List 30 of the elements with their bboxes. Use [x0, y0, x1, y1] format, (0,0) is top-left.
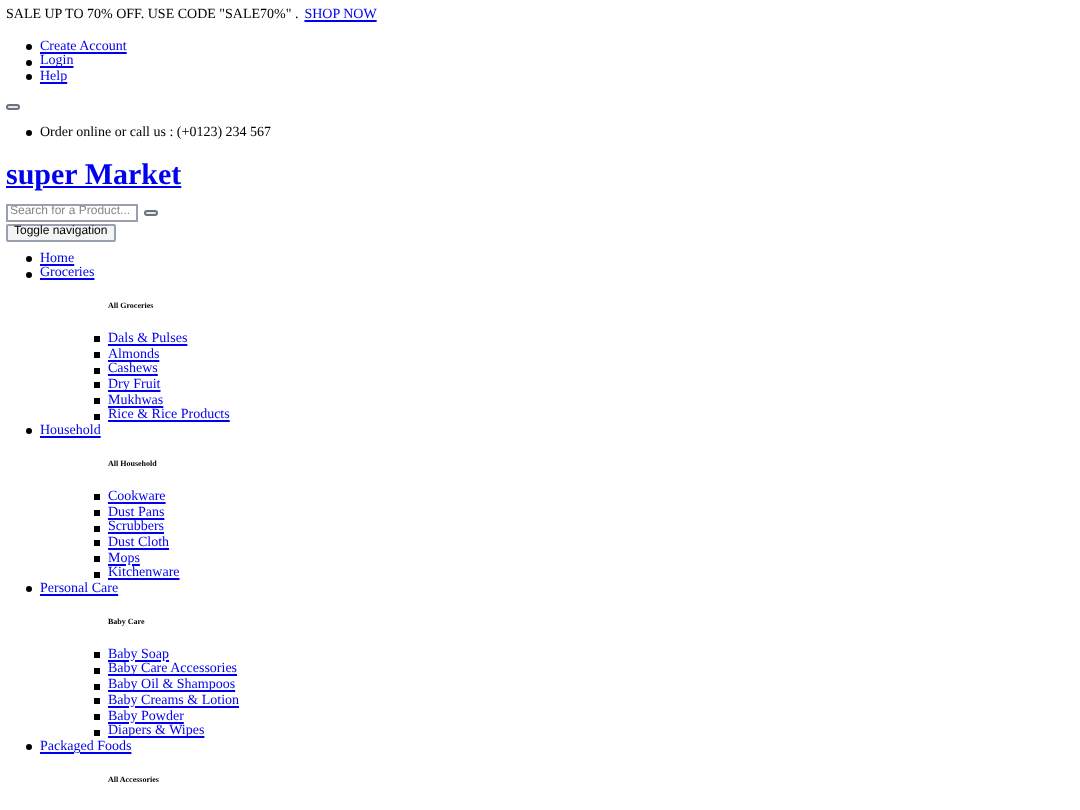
bullet-icon: [94, 525, 100, 532]
bullet-icon: [94, 556, 100, 562]
bullet-icon: [94, 413, 100, 420]
small-button[interactable]: [6, 103, 20, 110]
bullet-icon: [94, 367, 100, 374]
bullet-icon: [94, 571, 100, 578]
bullet-icon: [94, 351, 100, 358]
bullet-icon: [94, 494, 100, 501]
bullet-icon: [94, 652, 100, 659]
bullet-icon: [94, 729, 100, 736]
bullet-icon: [94, 540, 100, 547]
bullet-icon: [94, 698, 100, 705]
bullet-icon: [94, 509, 100, 516]
bullet-icon: [94, 683, 100, 690]
bullet-icon: [26, 74, 32, 81]
bullet-icon: [26, 44, 32, 51]
bullet-icon: [94, 713, 100, 720]
bullet-icon: [94, 398, 100, 405]
logo-link[interactable]: super Market: [6, 159, 182, 194]
bullet-icon: [26, 59, 32, 66]
bullet-icon: [26, 255, 32, 262]
bullet-icon: [94, 382, 100, 389]
bullet-icon: [26, 271, 32, 278]
bullet-icon: [26, 428, 32, 435]
bullet-icon: [26, 744, 32, 751]
bullet-icon: [26, 586, 32, 593]
bullet-icon: [94, 336, 100, 343]
search-button[interactable]: [144, 209, 158, 216]
bullet-icon: [94, 667, 100, 674]
bullet-icon: [26, 130, 32, 137]
